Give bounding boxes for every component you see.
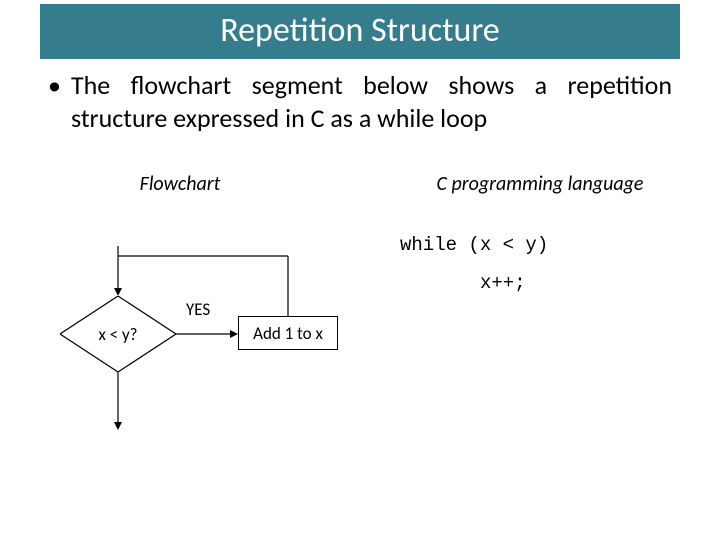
bullet-item: • The flowchart segment below shows a re…	[48, 69, 672, 134]
code-column: C programming language while (x < y) x++…	[360, 172, 720, 456]
bullet-text: The flowchart segment below shows a repe…	[71, 69, 672, 134]
yes-branch-label: YES	[186, 299, 210, 320]
code-header: C programming language	[360, 172, 720, 196]
code-line-1: while (x < y)	[400, 226, 720, 264]
code-line-2: x++;	[480, 264, 720, 302]
decision-node: x < y?	[60, 296, 176, 372]
flowchart-diagram: x < y? YES Add 1 to x	[20, 226, 360, 456]
flowchart-column: Flowchart	[0, 172, 360, 456]
two-column-area: Flowchart	[0, 172, 720, 456]
bullet-marker: •	[48, 69, 61, 134]
flowchart-header: Flowchart	[0, 172, 360, 196]
decision-label: x < y?	[60, 296, 176, 372]
slide-title: Repetition Structure	[40, 4, 680, 59]
process-node: Add 1 to x	[238, 316, 338, 350]
code-block: while (x < y) x++;	[400, 226, 720, 302]
